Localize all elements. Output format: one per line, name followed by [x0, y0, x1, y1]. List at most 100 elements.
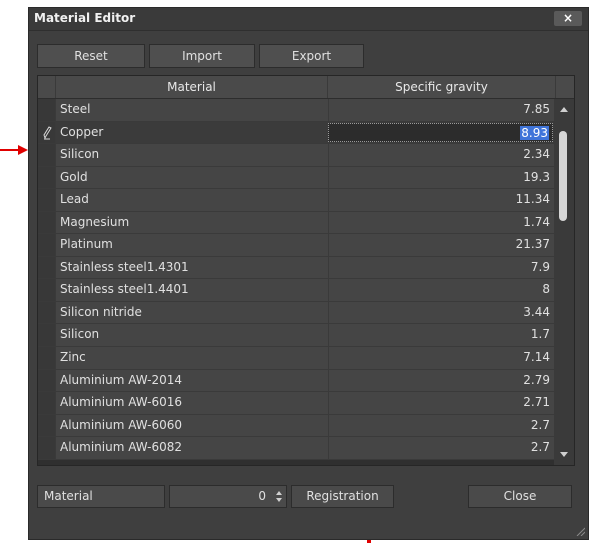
material-cell[interactable]: Lead	[60, 189, 89, 210]
material-cell[interactable]: Aluminium AW-6060	[60, 415, 182, 436]
column-divider	[328, 369, 329, 392]
gravity-cell[interactable]: 3.44	[523, 302, 550, 323]
material-cell[interactable]: Aluminium AW-6016	[60, 392, 182, 413]
material-cell[interactable]: Silicon	[60, 324, 99, 345]
row-indicator[interactable]	[38, 166, 56, 189]
materials-table: Material Specific gravity Steel 7.85 Coppe…	[37, 75, 575, 466]
scroll-down-icon[interactable]	[560, 452, 568, 457]
material-cell[interactable]: Silicon	[60, 144, 99, 165]
gravity-cell[interactable]: 7.14	[523, 347, 550, 368]
gravity-edit-value[interactable]: 8.93	[520, 125, 549, 140]
column-divider	[328, 189, 329, 211]
quantity-value[interactable]: 0	[258, 486, 266, 507]
material-cell[interactable]: Stainless steel1.4401	[60, 279, 189, 300]
window-title: Material Editor	[34, 11, 136, 25]
material-cell[interactable]: Aluminium AW-2014	[60, 370, 182, 391]
gravity-cell[interactable]: 8	[542, 279, 550, 300]
gravity-cell[interactable]: 2.7	[531, 437, 550, 458]
close-button[interactable]: Close	[468, 485, 572, 508]
table-row[interactable]: Zinc 7.14	[38, 347, 554, 370]
material-cell[interactable]: Platinum	[60, 234, 113, 255]
material-cell[interactable]: Stainless steel1.4301	[60, 257, 189, 278]
gravity-cell[interactable]: 7.9	[531, 257, 550, 278]
pencil-icon	[43, 125, 52, 140]
gravity-cell[interactable]: 2.7	[531, 415, 550, 436]
vertical-scrollbar[interactable]	[554, 99, 574, 465]
title-bar[interactable]: Material Editor ×	[29, 8, 588, 31]
table-row[interactable]: Copper 8.93	[38, 121, 554, 145]
row-indicator[interactable]	[38, 234, 56, 256]
row-indicator[interactable]	[38, 189, 56, 211]
gravity-cell[interactable]: 7.85	[523, 99, 550, 120]
material-cell[interactable]: Gold	[60, 167, 88, 188]
material-cell[interactable]: Silicon nitride	[60, 302, 142, 323]
column-divider	[328, 211, 329, 234]
table-row[interactable]: Aluminium AW-6016 2.71	[38, 392, 554, 415]
table-row[interactable]: Aluminium AW-6082 2.7	[38, 437, 554, 460]
row-indicator[interactable]	[38, 211, 56, 234]
row-indicator[interactable]	[38, 392, 56, 414]
gravity-cell[interactable]: 1.7	[531, 324, 550, 345]
column-divider	[328, 414, 329, 437]
table-row[interactable]: Steel 7.85	[38, 99, 554, 122]
export-button[interactable]: Export	[259, 44, 364, 68]
column-divider	[328, 234, 329, 256]
scroll-up-icon[interactable]	[560, 107, 568, 112]
gravity-cell[interactable]: 19.3	[523, 167, 550, 188]
gravity-cell[interactable]: 11.34	[516, 189, 550, 210]
table-row[interactable]: Lead 11.34	[38, 189, 554, 212]
material-cell[interactable]: Magnesium	[60, 212, 129, 233]
table-row[interactable]: Aluminium AW-2014 2.79	[38, 369, 554, 393]
column-divider	[328, 166, 329, 189]
table-row[interactable]: Silicon nitride 3.44	[38, 301, 554, 325]
spin-down-icon[interactable]	[276, 498, 282, 502]
reset-button[interactable]: Reset	[37, 44, 145, 68]
row-indicator[interactable]	[38, 99, 56, 121]
row-indicator[interactable]	[38, 144, 56, 166]
column-divider	[328, 144, 329, 166]
table-row[interactable]: Stainless steel1.4401 8	[38, 279, 554, 302]
table-row[interactable]: Magnesium 1.74	[38, 211, 554, 235]
table-row[interactable]: Gold 19.3	[38, 166, 554, 190]
column-header-specific-gravity[interactable]: Specific gravity	[328, 76, 556, 98]
material-editor-dialog: Material Editor × Reset Import Export Ma…	[28, 7, 589, 540]
row-indicator[interactable]	[38, 414, 56, 437]
row-indicator[interactable]	[38, 256, 56, 279]
row-indicator[interactable]	[38, 121, 56, 144]
table-row[interactable]: Aluminium AW-6060 2.7	[38, 414, 554, 438]
spin-up-icon[interactable]	[276, 491, 282, 495]
table-row[interactable]: Silicon 2.34	[38, 144, 554, 167]
import-button[interactable]: Import	[149, 44, 255, 68]
column-divider	[328, 301, 329, 324]
row-indicator[interactable]	[38, 279, 56, 301]
gravity-cell[interactable]: 21.37	[516, 234, 550, 255]
gravity-cell[interactable]: 2.71	[523, 392, 550, 413]
column-divider	[328, 256, 329, 279]
column-divider	[328, 324, 329, 347]
material-field[interactable]: Material	[37, 485, 165, 508]
resize-grip-icon[interactable]	[575, 526, 585, 536]
close-icon[interactable]: ×	[554, 11, 582, 26]
column-divider	[328, 437, 329, 459]
table-row[interactable]: Platinum 21.37	[38, 234, 554, 257]
row-indicator[interactable]	[38, 369, 56, 392]
column-divider	[328, 347, 329, 369]
column-header-material[interactable]: Material	[56, 76, 328, 98]
material-cell[interactable]: Zinc	[60, 347, 86, 368]
gravity-cell[interactable]: 2.79	[523, 370, 550, 391]
material-cell[interactable]: Aluminium AW-6082	[60, 437, 182, 458]
material-cell[interactable]: Steel	[60, 99, 90, 120]
table-row[interactable]: Silicon 1.7	[38, 324, 554, 348]
registration-button[interactable]: Registration	[291, 485, 394, 508]
gravity-cell[interactable]: 1.74	[523, 212, 550, 233]
row-indicator[interactable]	[38, 301, 56, 324]
table-row[interactable]: Stainless steel1.4301 7.9	[38, 256, 554, 280]
quantity-stepper[interactable]: 0	[169, 485, 287, 508]
row-indicator[interactable]	[38, 347, 56, 369]
material-cell[interactable]: Copper	[60, 122, 103, 143]
gravity-cell[interactable]: 2.34	[523, 144, 550, 165]
scrollbar-thumb[interactable]	[559, 131, 567, 221]
row-indicator[interactable]	[38, 324, 56, 347]
row-indicator[interactable]	[38, 437, 56, 459]
gravity-edit-field[interactable]: 8.93	[328, 122, 553, 142]
